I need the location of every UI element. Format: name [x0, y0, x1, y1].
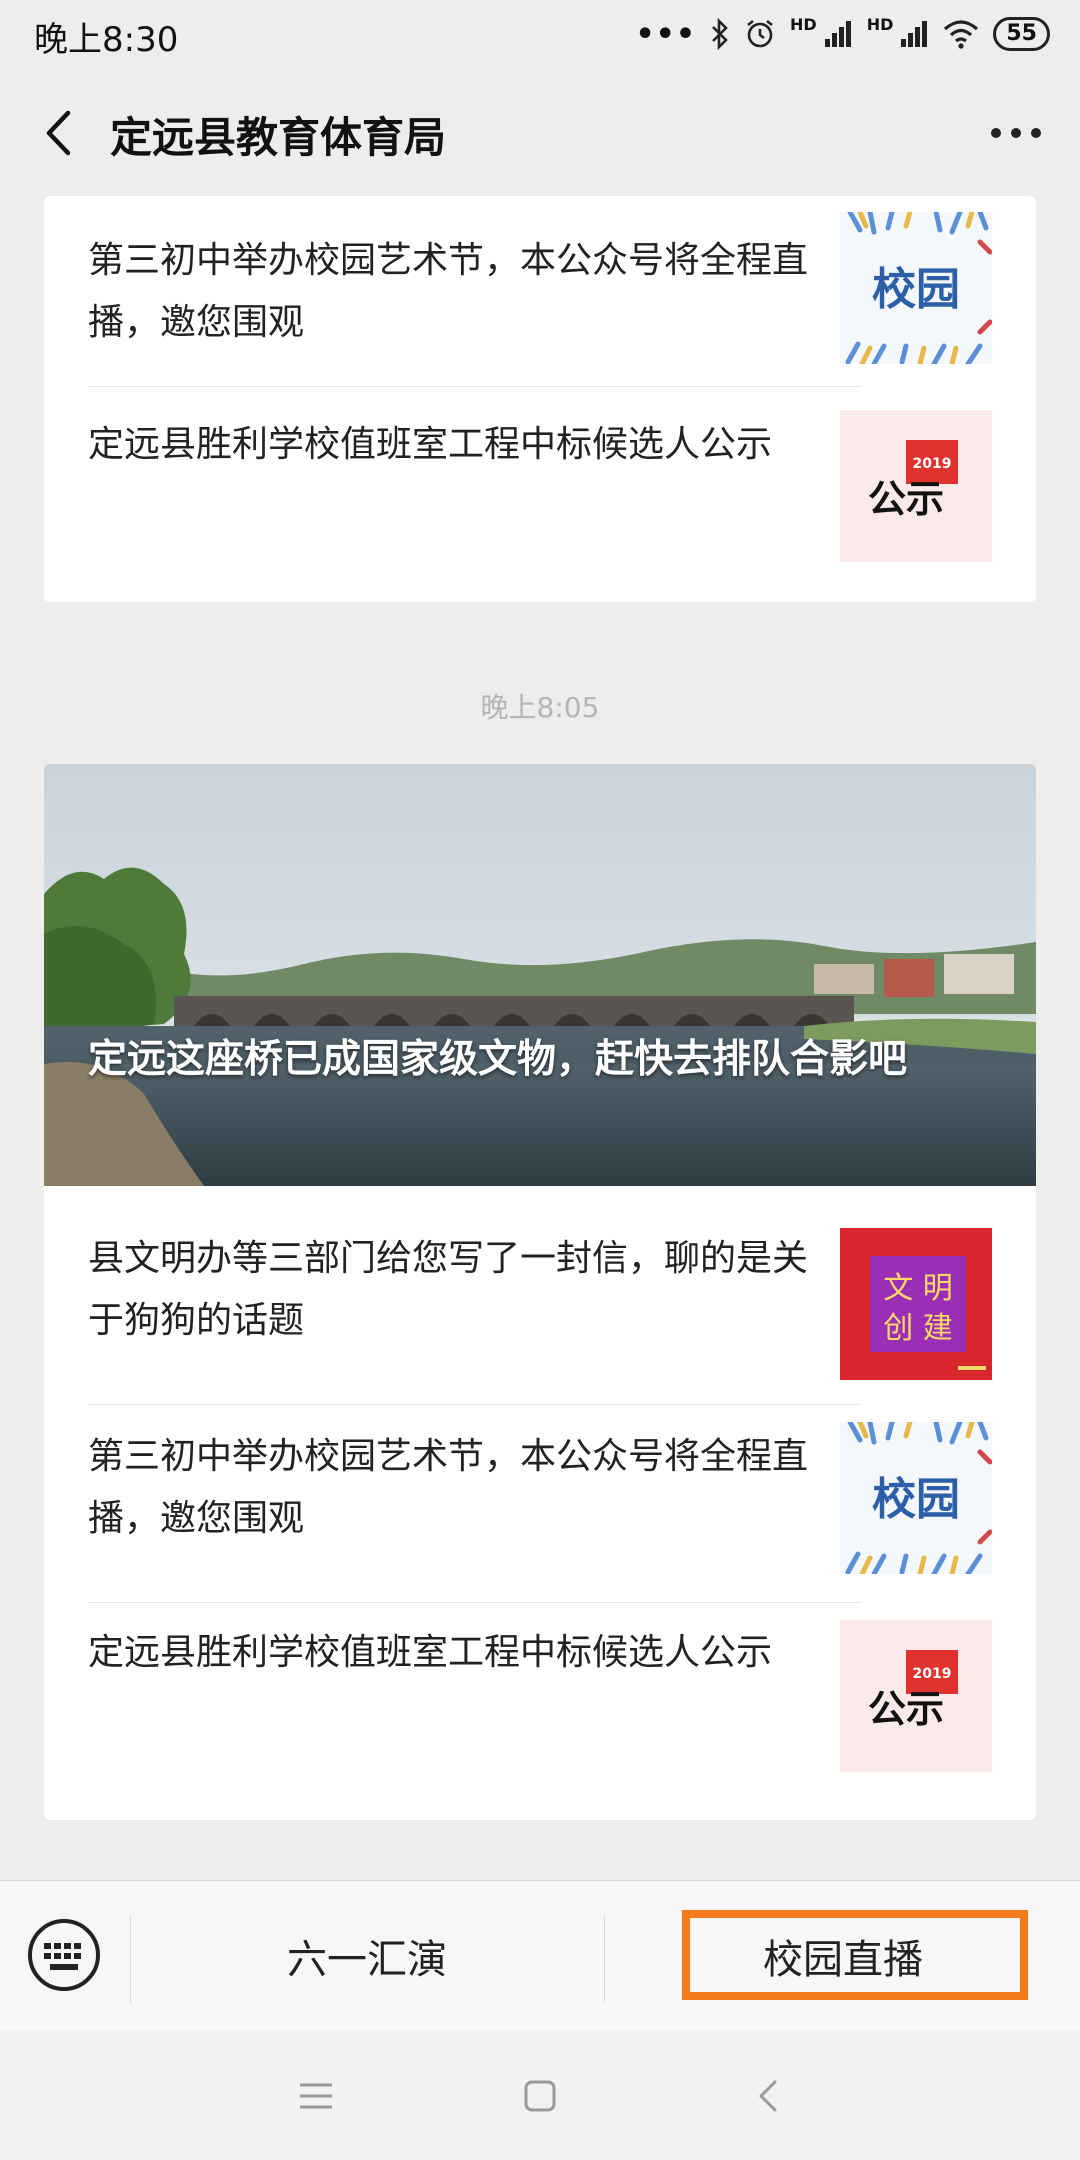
menu-item-performance[interactable]: 六一汇演: [132, 1881, 602, 2031]
menu-separator: [130, 1915, 131, 2003]
article-group-card: 定远这座桥已成国家级文物，赶快去排队合影吧 县文明办等三部门给您写了一封信，聊的…: [44, 764, 1036, 1820]
bluetooth-icon: [710, 18, 730, 50]
article-item[interactable]: 第三初中举办校园艺术节，本公众号将全程直播，邀您围观 校园: [44, 1404, 1036, 1600]
home-square-icon: [524, 2080, 556, 2112]
article-item[interactable]: 定远县胜利学校值班室工程中标候选人公示 2019 公示: [44, 386, 1036, 582]
custom-menu-bar: 六一汇演 校园直播: [0, 1880, 1080, 2031]
hero-title: 定远这座桥已成国家级文物，赶快去排队合影吧: [88, 1037, 908, 1082]
article-thumbnail: 文 明 创 建: [840, 1228, 992, 1380]
thumb-label: 公示: [868, 1687, 944, 1731]
menu-item-campus-live[interactable]: 校园直播: [606, 1881, 1080, 2031]
thumb-label: 校园: [872, 264, 960, 315]
thumb-label: 校园: [872, 1474, 960, 1525]
article-title: 县文明办等三部门给您写了一封信，聊的是关于狗狗的话题: [88, 1238, 809, 1341]
title-bar: 定远县教育体育局: [0, 66, 1080, 200]
article-title: 定远县胜利学校值班室工程中标候选人公示: [88, 1632, 773, 1673]
thumb-line-1: 文 明: [883, 1271, 953, 1306]
thumb-year: 2019: [913, 456, 952, 472]
page-title: 定远县教育体育局: [110, 113, 447, 162]
nav-back-button[interactable]: [738, 2066, 798, 2126]
message-timestamp: 晚上8:05: [480, 691, 600, 724]
menu-separator: [604, 1915, 605, 2003]
article-thumbnail: 校园: [840, 212, 992, 364]
status-icons: ••• HD HD 55: [635, 12, 1050, 56]
status-bar: 晚上8:30 ••• HD HD 55: [0, 0, 1080, 66]
more-button[interactable]: [986, 110, 1046, 156]
article-thumbnail: 2019 公示: [840, 1620, 992, 1772]
alarm-icon: [744, 18, 776, 50]
thumb-year: 2019: [913, 1666, 952, 1682]
signal-icon: [823, 19, 853, 49]
article-item[interactable]: 定远县胜利学校值班室工程中标候选人公示 2019 公示: [44, 1602, 1036, 1798]
status-time: 晚上8:30: [34, 20, 179, 60]
article-title: 第三初中举办校园艺术节，本公众号将全程直播，邀您围观: [88, 240, 809, 343]
nav-menu-button[interactable]: [286, 2066, 346, 2126]
article-group-card: 第三初中举办校园艺术节，本公众号将全程直播，邀您围观 校园 定远县胜利学校值班室…: [44, 196, 1036, 602]
hd-label: HD: [790, 14, 817, 34]
keyboard-icon: [28, 1919, 100, 1991]
bridge-photo: [44, 764, 1036, 1186]
nav-home-button[interactable]: [510, 2066, 570, 2126]
back-arrow-icon: [759, 2080, 777, 2112]
article-item[interactable]: 县文明办等三部门给您写了一封信，聊的是关于狗狗的话题 文 明 创 建: [44, 1186, 1036, 1382]
system-nav-bar: [0, 2030, 1080, 2160]
keyboard-toggle-button[interactable]: [26, 1917, 102, 1993]
thumb-label: 公示: [868, 477, 944, 521]
back-button[interactable]: [30, 102, 86, 164]
hero-article[interactable]: 定远这座桥已成国家级文物，赶快去排队合影吧: [44, 764, 1036, 1186]
more-dots-icon: [991, 128, 1041, 138]
chevron-left-icon: [46, 110, 71, 156]
wifi-icon: [943, 19, 979, 49]
menu-icon: [300, 2083, 332, 2109]
thumb-line-2: 创 建: [883, 1311, 953, 1346]
battery-indicator: 55: [993, 17, 1050, 51]
article-title: 定远县胜利学校值班室工程中标候选人公示: [88, 424, 773, 465]
hd-label-2: HD: [866, 14, 894, 34]
article-thumbnail: 校园: [840, 1422, 992, 1574]
signal-icon-2: [899, 19, 929, 49]
notification-dots: •••: [635, 16, 697, 52]
article-thumbnail: 2019 公示: [840, 410, 992, 562]
article-item[interactable]: 第三初中举办校园艺术节，本公众号将全程直播，邀您围观 校园: [44, 196, 1036, 392]
article-title: 第三初中举办校园艺术节，本公众号将全程直播，邀您围观: [88, 1436, 809, 1539]
